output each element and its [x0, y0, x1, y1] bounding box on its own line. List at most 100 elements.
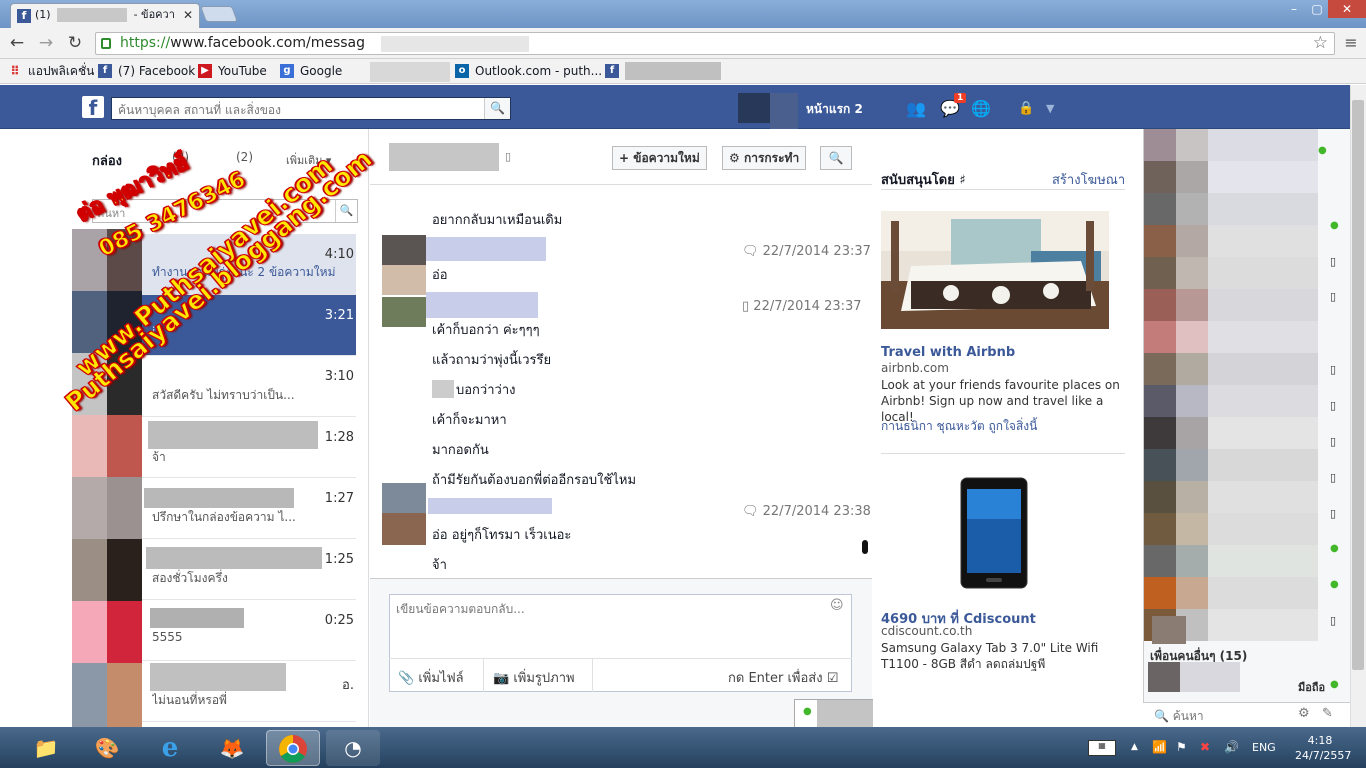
conversation-item[interactable]: 1:28 จ้า — [140, 417, 356, 478]
message-text: อยากกลับมาเหมือนเดิม — [432, 213, 563, 228]
mobile-icon: ▯ — [1330, 290, 1337, 303]
online-dot-icon: ● — [1318, 145, 1327, 156]
online-dot-icon: ● — [1330, 679, 1339, 690]
tab-title-suffix: - ข้อควา — [133, 8, 175, 21]
bookmark-apps[interactable]: ⠿ แอปพลิเคชั่น — [8, 62, 94, 80]
conversation-item[interactable]: 3:10 สวัสดีครับ ไม่ทราบว่าเป็น... — [140, 356, 356, 417]
friend-avatar[interactable] — [1148, 662, 1180, 692]
action-center-flag-icon[interactable]: ⚑ — [1176, 740, 1187, 754]
conversation-search-icon[interactable]: 🔍 — [820, 146, 852, 170]
system-clock[interactable]: 4:18 24/7/2557 — [1295, 733, 1351, 763]
new-message-button[interactable]: + ข้อความใหม่ — [612, 146, 707, 170]
account-menu-icon[interactable]: ▼ — [1046, 102, 1054, 115]
search-icon[interactable]: 🔍 — [484, 98, 510, 119]
maximize-button[interactable]: ▢ — [1306, 0, 1328, 18]
mobile-icon: ▯ — [1330, 399, 1337, 412]
sender-avatar — [382, 483, 426, 513]
conversation-item[interactable]: 1:25 สองชั่วโมงครึ่ง — [140, 539, 356, 600]
privacy-icon[interactable]: 🔒 — [1018, 101, 1034, 116]
facebook-logo[interactable]: f — [82, 96, 104, 120]
thread-scrollbar[interactable] — [862, 540, 868, 554]
chrome-taskbar-button[interactable] — [266, 730, 320, 766]
other-filter-count[interactable]: (2) — [236, 150, 253, 164]
bookmark-youtube[interactable]: ▶ YouTube — [198, 62, 267, 80]
ad-domain: airbnb.com — [881, 361, 949, 375]
keyboard-icon[interactable]: ▦ — [1088, 740, 1116, 756]
firefox-icon[interactable]: 🦊 — [212, 730, 252, 766]
ad-body: Samsung Galaxy Tab 3 7.0" Lite Wifi T110… — [881, 641, 1099, 671]
reload-icon[interactable]: ↻ — [64, 32, 86, 54]
search-icon[interactable]: 🔍 — [335, 200, 357, 222]
scrollbar-thumb[interactable] — [1352, 100, 1364, 670]
sender-name-redacted — [428, 498, 552, 514]
conversation-item[interactable]: 0:25 5555 — [140, 600, 356, 661]
add-file-button[interactable]: 📎 เพิ่มไฟล์ — [398, 667, 464, 688]
conversation-item[interactable]: อ. ไม่นอนที่หรอพี่ — [140, 661, 356, 722]
camera-icon: 📷 — [493, 671, 510, 686]
facebook-search-input[interactable]: ค้นหาบุคคล สถานที่ และสิ่งของ 🔍 — [111, 97, 511, 120]
profile-name-redacted[interactable] — [770, 93, 798, 131]
message-text: อ่อ — [432, 268, 448, 283]
sender-name-redacted — [426, 292, 538, 318]
chat-search-input[interactable]: 🔍 ค้นหา — [1154, 707, 1204, 726]
show-hidden-icons[interactable]: ▲ — [1131, 742, 1138, 752]
emoji-icon[interactable]: ☺ — [830, 598, 844, 613]
message-text: แล้วถามว่าพุ่งนี้เวรรึย — [432, 353, 552, 368]
message-text: อ่อ อยู่ๆก็โทรมา เร็วเนอะ — [432, 528, 572, 543]
youtube-icon: ▶ — [198, 64, 212, 78]
bookmark-star-icon[interactable]: ☆ — [1313, 33, 1328, 53]
close-window-button[interactable]: ✕ — [1328, 0, 1366, 18]
bookmark-outlook[interactable]: o Outlook.com - puth... — [455, 62, 602, 80]
ad-title[interactable]: Travel with Airbnb — [881, 345, 1015, 360]
mobile-icon: ▯ — [1330, 363, 1337, 376]
close-tab-icon[interactable]: ✕ — [183, 4, 193, 26]
add-photo-button[interactable]: 📷 เพิ่มรูปภาพ — [493, 667, 575, 688]
reply-textarea[interactable]: เขียนข้อความตอบกลับ... — [396, 600, 525, 619]
browser-tab[interactable]: f (1) - ข้อควา ✕ — [10, 3, 200, 28]
chat-settings-gear-icon[interactable]: ⚙ — [1298, 706, 1310, 721]
chrome-icon — [279, 735, 307, 763]
bookmark-google[interactable]: g Google — [280, 62, 342, 80]
profile-avatar[interactable] — [738, 93, 770, 123]
mobile-icon: ▯ — [1330, 614, 1337, 627]
file-explorer-icon[interactable]: 📁 — [26, 730, 66, 766]
language-indicator[interactable]: ENG — [1252, 741, 1276, 754]
bookmark-facebook[interactable]: f (7) Facebook — [98, 62, 195, 80]
create-ad-link[interactable]: สร้างโฆษณา — [1052, 169, 1125, 190]
message-text: ถ้ามีรัยกันต้องบอกพี่ต่ออีกรอบใช้ไหม — [432, 473, 637, 488]
facebook-icon: f — [98, 64, 112, 78]
message-text: เค้าก็บอกว่า ค่ะๆๆๆ — [432, 323, 540, 338]
address-bar[interactable]: https://www.facebook.com/messag ☆ — [95, 32, 1335, 55]
bookmark-facebook-2[interactable]: f — [605, 62, 721, 80]
url-text: https://www.facebook.com/messag — [120, 35, 366, 51]
network-icon[interactable]: ✖ — [1200, 740, 1210, 754]
tablet-ad-image[interactable] — [960, 477, 1030, 589]
airbnb-ad-image[interactable] — [881, 211, 1109, 329]
signal-icon[interactable]: 📶 — [1152, 740, 1167, 754]
inbox-title[interactable]: กล่อง — [92, 150, 122, 171]
paint-icon[interactable]: 🎨 — [87, 730, 127, 766]
back-arrow-icon[interactable]: ← — [6, 32, 28, 54]
internet-explorer-icon[interactable]: e — [150, 730, 190, 766]
enter-to-send-toggle[interactable]: กด Enter เพื่อส่ง ☑ — [728, 667, 838, 688]
chrome-menu-icon[interactable]: ≡ — [1342, 33, 1360, 52]
ad-social-context[interactable]: กานธนิกา ชุณหะวัต ถูกใจสิ่งนี้ — [881, 417, 1037, 436]
message-text: บอกว่าว่าง — [456, 383, 516, 398]
actions-button[interactable]: ⚙ การกระทำ — [722, 146, 807, 170]
conversation-item[interactable]: 1:27 ปรึกษาในกล่องข้อความ ไ... — [140, 478, 356, 539]
new-group-chat-icon[interactable]: ✎ — [1322, 706, 1333, 721]
mobile-icon: ▯ — [1330, 507, 1337, 520]
volume-icon[interactable]: 🔊 — [1224, 740, 1239, 754]
new-tab-button[interactable] — [200, 6, 238, 22]
friend-requests-icon[interactable]: 👥 — [906, 99, 926, 118]
notifications-globe-icon[interactable]: 🌐 — [971, 99, 991, 118]
mobile-icon: ▯ — [505, 150, 512, 163]
sender-avatar — [382, 235, 426, 265]
recorder-app-icon[interactable]: ◔ — [326, 730, 380, 766]
online-dot-icon: ● — [1330, 220, 1339, 231]
minimize-button[interactable]: – — [1282, 0, 1306, 18]
facebook-favicon-icon: f — [17, 9, 31, 23]
home-link[interactable]: หน้าแรก 2 — [806, 100, 863, 119]
outlook-icon: o — [455, 64, 469, 78]
forward-arrow-icon[interactable]: → — [35, 32, 57, 54]
